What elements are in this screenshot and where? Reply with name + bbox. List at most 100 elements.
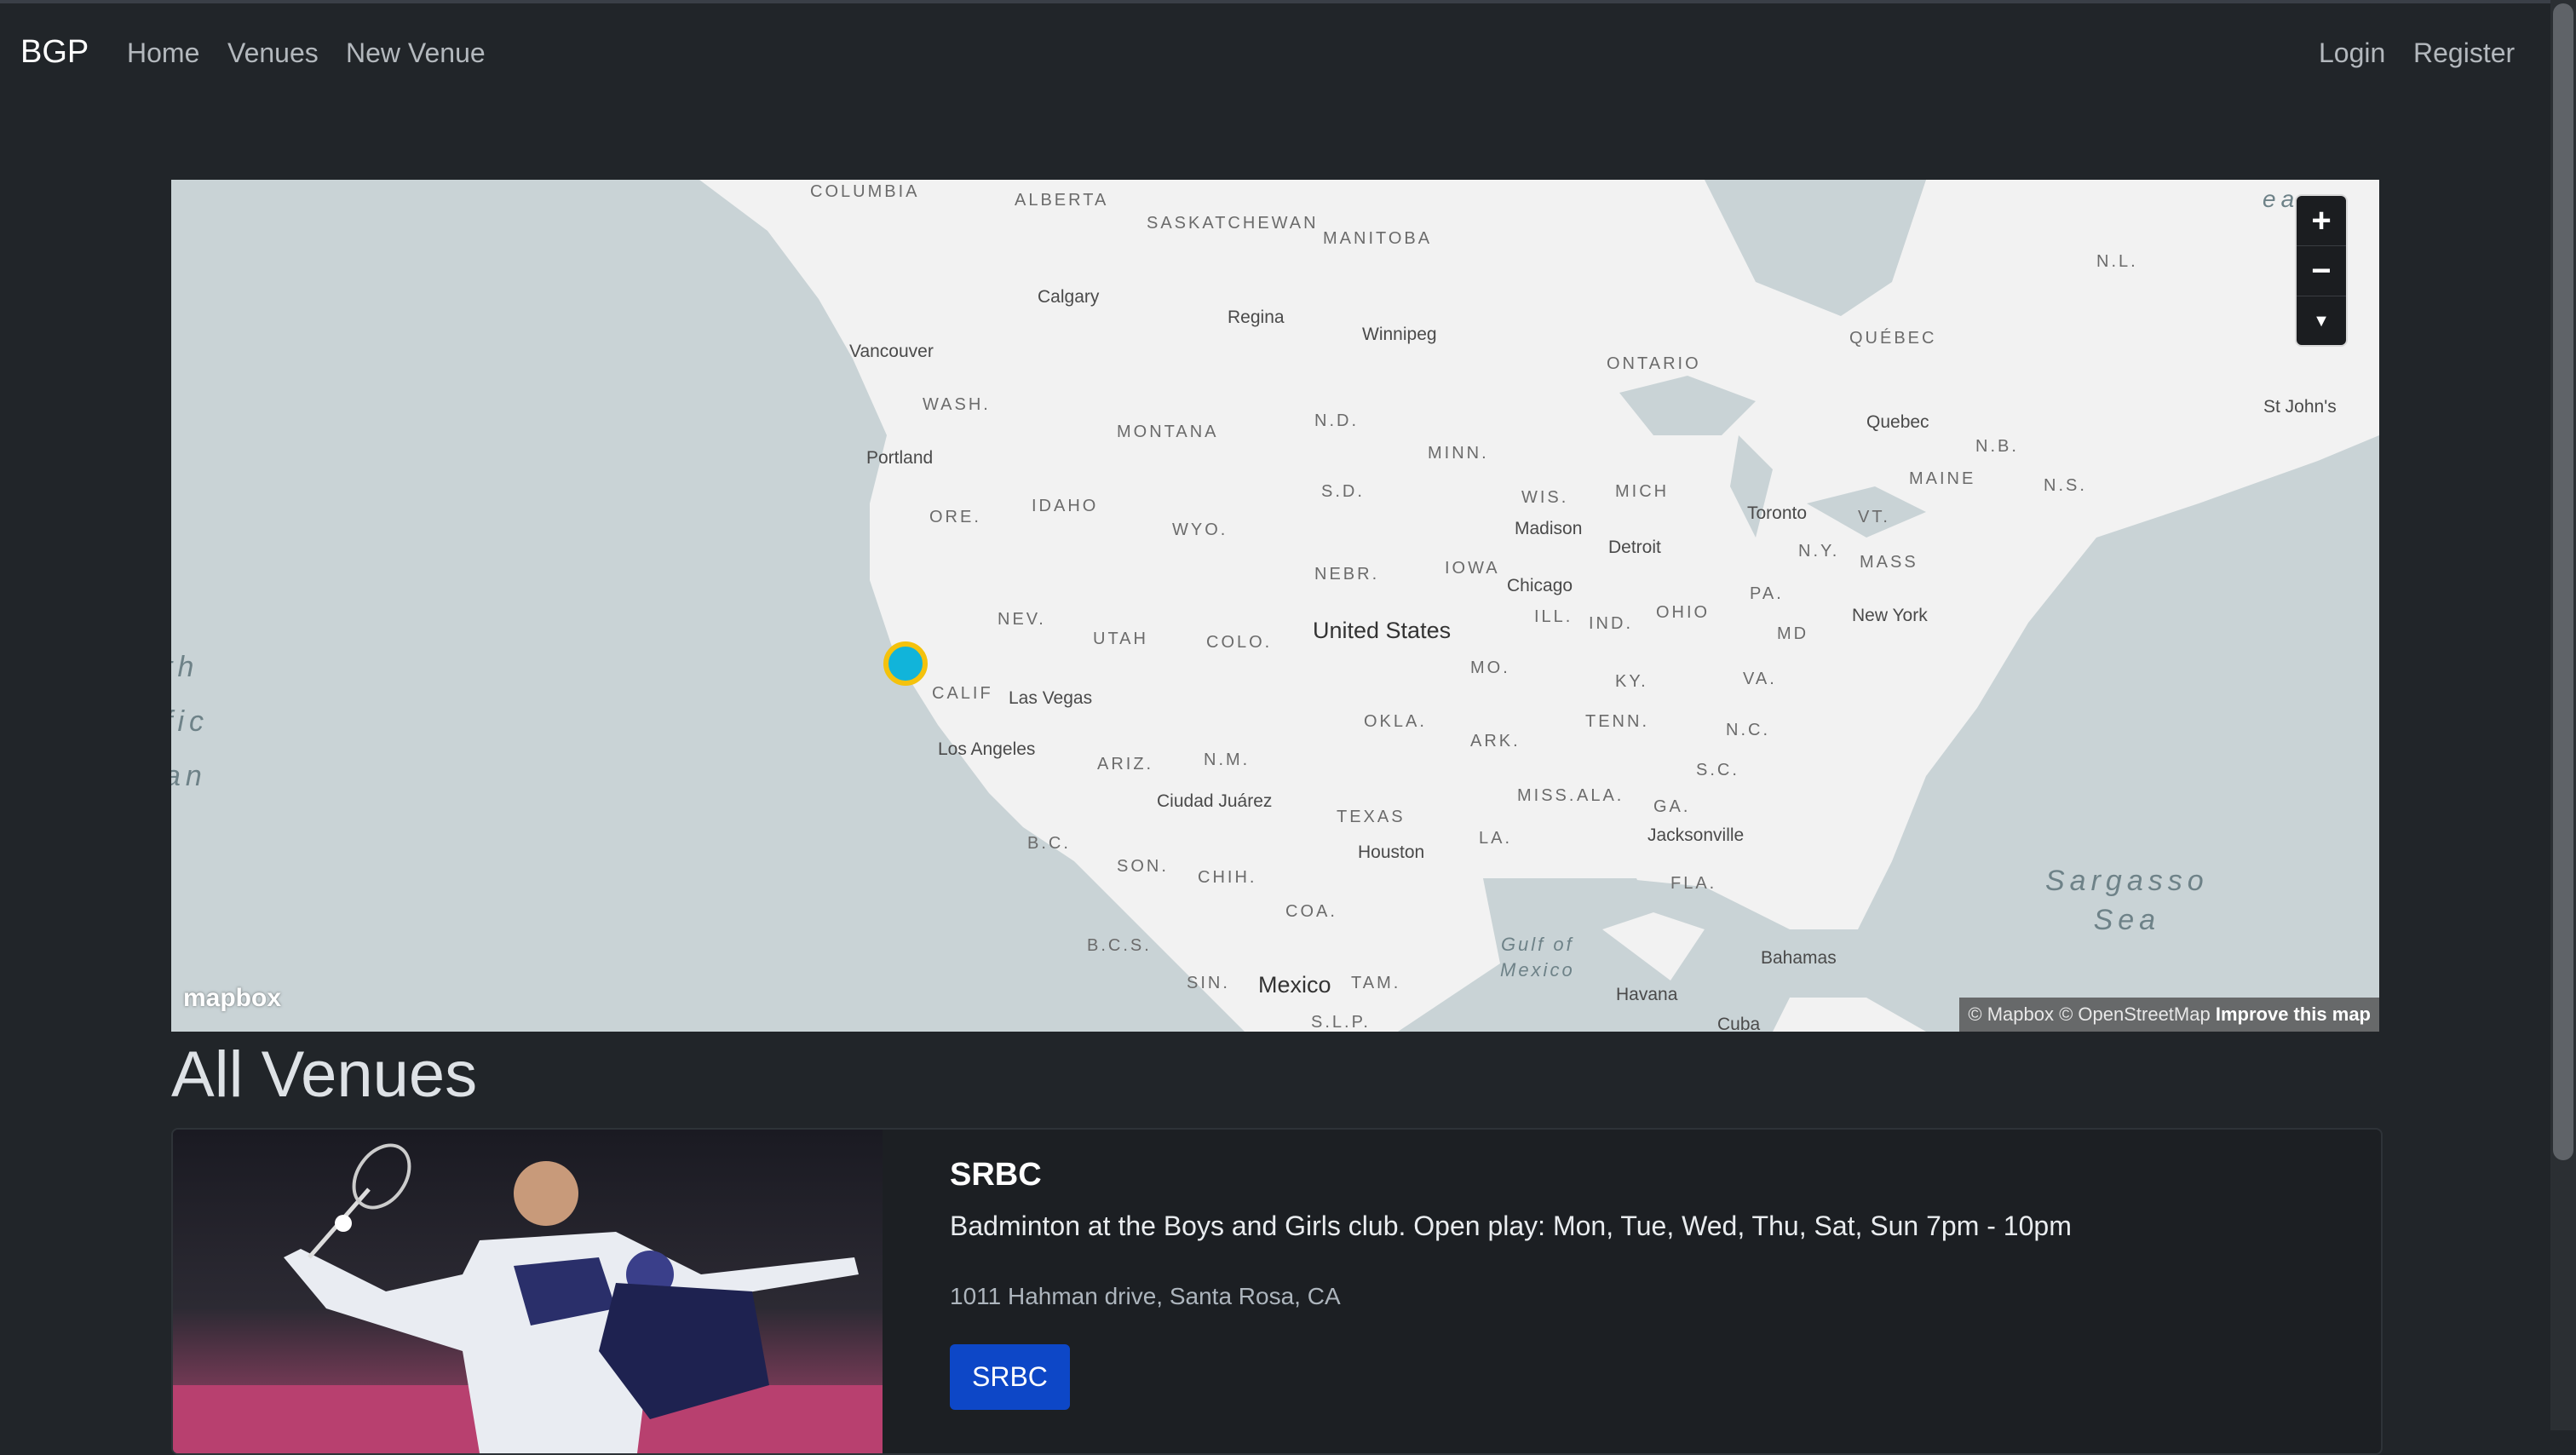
map-region-label: N.C. (1726, 721, 1770, 739)
map-region-label: CHIH. (1198, 868, 1257, 887)
map-region-label: VT. (1858, 508, 1890, 526)
map-region-label: MINN. (1428, 444, 1489, 463)
map-region-label: S.C. (1696, 761, 1739, 779)
map-city-label: Chicago (1507, 576, 1573, 595)
map-region-label: SIN. (1187, 974, 1230, 992)
map-region-label: N.S. (2044, 476, 2087, 495)
map-city-label: Bahamas (1761, 948, 1837, 968)
venue-card-body: SRBC Badminton at the Boys and Girls clu… (950, 1157, 2072, 1410)
map-city-label: Quebec (1866, 412, 1929, 432)
map-region-label: SON. (1117, 857, 1169, 876)
venue-description: Badminton at the Boys and Girls club. Op… (950, 1211, 2072, 1241)
map-region-label: ALBERTA (1015, 191, 1109, 210)
map-region-label: SASKATCHEWAN (1147, 214, 1319, 233)
map-region-label: QUÉBEC (1849, 329, 1937, 348)
map-city-label: Los Angeles (938, 739, 1036, 759)
map-region-label: MAINE (1909, 469, 1976, 488)
map-region-label: WASH. (923, 395, 991, 414)
map-region-label: N.Y. (1798, 542, 1840, 561)
map-region-label: OKLA. (1364, 712, 1427, 731)
map-city-label: Jacksonville (1647, 825, 1745, 845)
compass-button[interactable]: ▼ (2297, 296, 2346, 346)
map-region-label: UTAH (1093, 630, 1148, 648)
map-city-label: Detroit (1608, 538, 1661, 557)
map-region-label: WIS. (1521, 488, 1569, 507)
map-region-label: NEV. (998, 610, 1046, 629)
map-city-label: Ciudad Juárez (1157, 791, 1273, 811)
map-region-label: N.M. (1204, 751, 1251, 769)
map-region-label: GA. (1653, 797, 1691, 816)
mapbox-logo[interactable]: mapbox (183, 984, 281, 1013)
map-region-label: COLUMBIA (810, 182, 920, 201)
map-region-label: TEXAS (1337, 808, 1406, 826)
badminton-player-photo (173, 1143, 883, 1453)
map-region-label: MANITOBA (1323, 229, 1433, 248)
map-city-label: Madison (1515, 519, 1583, 538)
map-region-label: MISS. (1517, 786, 1577, 805)
map-region-label: N.D. (1314, 411, 1359, 430)
map-region-label: MICH (1615, 482, 1670, 501)
page-title: All Venues (171, 1038, 478, 1111)
nav-home[interactable]: Home (127, 37, 199, 69)
venue-title: SRBC (950, 1157, 1042, 1193)
nav-register[interactable]: Register (2413, 37, 2515, 69)
nav-venues[interactable]: Venues (227, 37, 319, 69)
map-region-label: CALIF (932, 684, 993, 703)
map-region-label: IND. (1589, 614, 1633, 633)
map-region-label: COA. (1285, 902, 1337, 921)
map-region-label: N.L. (2096, 252, 2138, 271)
brand-logo[interactable]: BGP (20, 34, 89, 71)
map-region-label: PA. (1750, 584, 1784, 603)
map-attribution: © Mapbox © OpenStreetMap Improve this ma… (1959, 998, 2379, 1032)
map-region-label: N.B. (1975, 437, 2019, 456)
map-region-label: OHIO (1656, 603, 1711, 622)
map-city-label: Portland (866, 448, 934, 468)
map-region-label: TAM. (1351, 974, 1401, 992)
map-ocean-label: ea (2263, 186, 2300, 212)
map-region-label: NEBR. (1314, 565, 1380, 584)
venue-card: SRBC Badminton at the Boys and Girls clu… (171, 1128, 2383, 1455)
map-ocean-label: th fic an (171, 651, 209, 792)
zoom-out-button[interactable]: − (2297, 246, 2346, 296)
navbar: BGP Home Venues New Venue Login Register (0, 0, 2550, 104)
scrollbar[interactable] (2550, 0, 2576, 1430)
map-region-label: FLA. (1670, 874, 1717, 893)
nav-new-venue[interactable]: New Venue (346, 37, 486, 69)
zoom-controls: + − ▼ (2297, 196, 2346, 345)
map-region-label: B.C.S. (1087, 936, 1152, 955)
map-city-label: Regina (1228, 308, 1285, 327)
map-region-label: WYO. (1172, 520, 1228, 539)
map-region-label: ONTARIO (1607, 354, 1701, 373)
zoom-in-button[interactable]: + (2297, 196, 2346, 246)
map-city-label: Vancouver (849, 342, 934, 361)
nav-login[interactable]: Login (2319, 37, 2385, 69)
map-city-label: Winnipeg (1362, 325, 1437, 344)
map-ocean-label: Sargasso Sea (2045, 865, 2209, 936)
map-region-label: TENN. (1585, 712, 1649, 731)
map-region-label: MASS (1860, 553, 1918, 572)
improve-map-link[interactable]: Improve this map (2216, 1004, 2371, 1025)
view-venue-button[interactable]: SRBC (950, 1344, 1070, 1410)
map-region-label: B.C. (1027, 834, 1071, 853)
map-region-label: MO. (1470, 658, 1510, 677)
map-region-label: VA. (1743, 670, 1777, 688)
map-city-label: Las Vegas (1009, 688, 1093, 708)
map-city-label: Toronto (1747, 503, 1808, 523)
map-region-label: MONTANA (1117, 423, 1219, 441)
map-region-label: KY. (1615, 672, 1648, 691)
venue-image (173, 1130, 883, 1453)
map-region-label: S.L.P. (1311, 1013, 1371, 1032)
scrollbar-thumb[interactable] (2553, 3, 2573, 1160)
venue-marker[interactable] (883, 641, 928, 686)
map-country-label: Mexico (1258, 972, 1331, 998)
map-region-label: ALA. (1577, 786, 1624, 805)
map-region-label: COLO. (1206, 633, 1273, 652)
map-ocean-label: Gulf of Mexico (1500, 934, 1575, 981)
map-region-label: ILL. (1534, 607, 1573, 626)
venue-address: 1011 Hahman drive, Santa Rosa, CA (950, 1283, 1341, 1309)
venue-map[interactable]: COLUMBIA ALBERTA SASKATCHEWAN MANITOBA O… (171, 180, 2379, 1032)
attribution-text[interactable]: © Mapbox © OpenStreetMap (1968, 1004, 2210, 1025)
map-region-label: MD (1777, 624, 1809, 643)
map-region-label: ARIZ. (1097, 755, 1154, 774)
map-region-label: IDAHO (1032, 497, 1099, 515)
